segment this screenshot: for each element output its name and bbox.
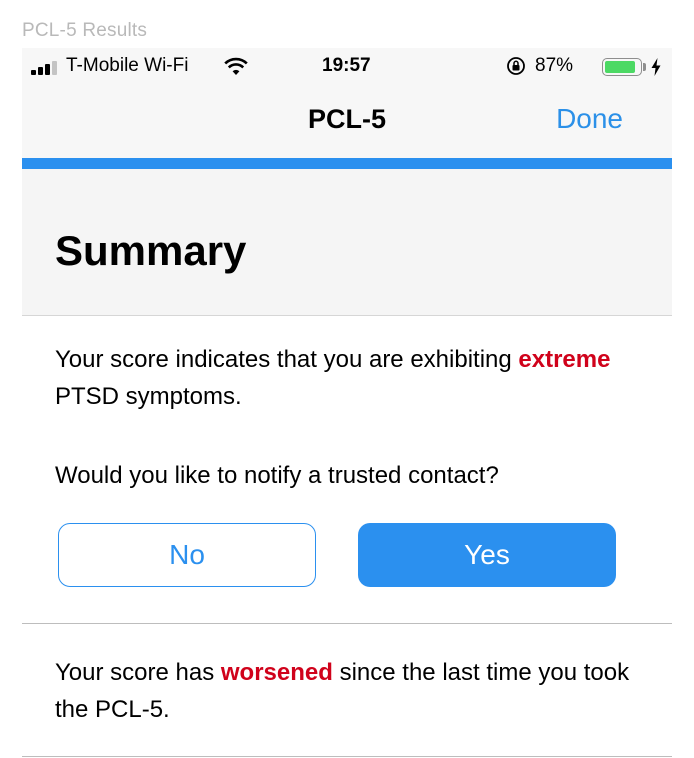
summary-header: Summary	[22, 169, 672, 316]
section-divider	[22, 623, 672, 624]
severity-level: extreme	[518, 346, 611, 373]
trend-prefix: Your score has	[55, 659, 221, 686]
summary-title: Summary	[55, 227, 247, 274]
battery-level	[605, 61, 635, 73]
severity-prefix: Your score indicates that you are exhibi…	[55, 346, 519, 373]
status-bar: T-Mobile Wi-Fi 19:57 87%	[22, 48, 672, 84]
status-time: 19:57	[322, 55, 371, 76]
signal-bars-icon	[31, 61, 61, 75]
battery-cap	[643, 63, 646, 71]
done-button[interactable]: Done	[556, 103, 623, 135]
severity-message: Your score indicates that you are exhibi…	[55, 341, 645, 415]
notify-question: Would you like to notify a trusted conta…	[55, 462, 499, 489]
progress-fill	[22, 158, 672, 169]
yes-button[interactable]: Yes	[358, 523, 616, 587]
trend-message: Your score has worsened since the last t…	[55, 654, 645, 728]
trend-direction: worsened	[220, 659, 333, 686]
wifi-icon	[224, 57, 248, 75]
navigation-bar: PCL-5 Done	[22, 84, 672, 158]
battery-percent: 87%	[535, 55, 574, 76]
carrier-name: T-Mobile Wi-Fi	[66, 55, 189, 76]
charging-bolt-icon	[651, 58, 661, 76]
orientation-lock-icon	[507, 57, 525, 75]
no-button[interactable]: No	[58, 523, 316, 587]
progress-bar	[22, 158, 672, 169]
section-divider	[22, 756, 672, 757]
severity-suffix: PTSD symptoms.	[55, 383, 242, 410]
screenshot-caption: PCL-5 Results	[22, 20, 148, 41]
battery-icon	[602, 58, 642, 76]
phone-screen: T-Mobile Wi-Fi 19:57 87% PCL-5 Done Summ…	[22, 48, 672, 758]
